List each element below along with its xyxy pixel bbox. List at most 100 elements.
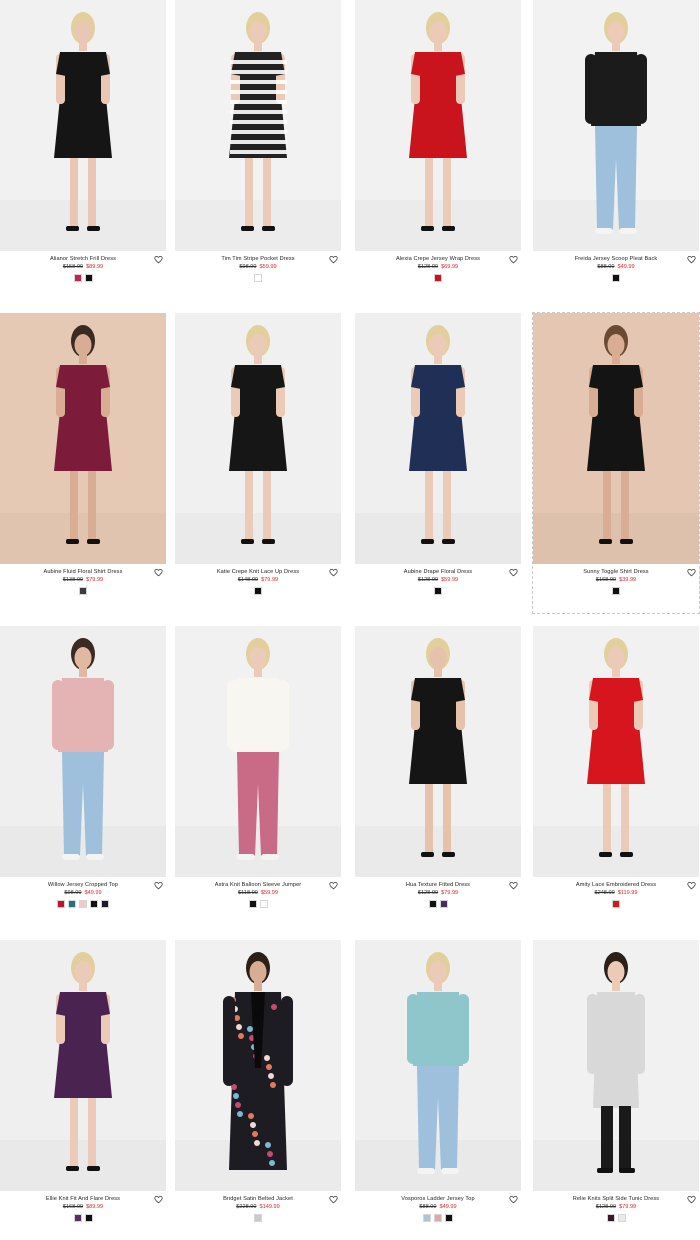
- color-swatch[interactable]: [445, 1214, 453, 1222]
- color-swatch[interactable]: [254, 587, 262, 595]
- heart-icon[interactable]: [687, 1195, 696, 1204]
- color-swatch[interactable]: [434, 274, 442, 282]
- product-image[interactable]: [355, 626, 521, 877]
- product-card[interactable]: Alexia Crepe Jersey Wrap Dress $128.00 $69…: [355, 0, 521, 300]
- color-swatch[interactable]: [90, 900, 98, 908]
- heart-icon[interactable]: [154, 568, 163, 577]
- color-swatch[interactable]: [68, 900, 76, 908]
- product-card[interactable]: Amity Lace Embroidered Dress $248.00 $119.…: [533, 626, 699, 926]
- heart-icon[interactable]: [329, 255, 338, 264]
- product-image[interactable]: [533, 940, 699, 1191]
- product-name[interactable]: Amity Lace Embroidered Dress: [533, 882, 699, 888]
- original-price: $98.00: [64, 890, 82, 896]
- product-name[interactable]: Astra Knit Balloon Sleeve Jumper: [175, 882, 341, 888]
- color-swatch[interactable]: [612, 587, 620, 595]
- product-card[interactable]: Sunny Toggle Shirt Dress $168.00 $39.99: [532, 312, 700, 614]
- product-card[interactable]: Astra Knit Balloon Sleeve Jumper $118.00 $…: [175, 626, 341, 926]
- color-swatch[interactable]: [84, 274, 93, 282]
- product-name[interactable]: Ellie Knit Fit And Flare Dress: [0, 1196, 166, 1202]
- color-swatch[interactable]: [84, 1214, 93, 1222]
- color-swatch[interactable]: [423, 1214, 431, 1222]
- heart-icon[interactable]: [154, 881, 163, 890]
- sale-price: $59.99: [260, 890, 278, 896]
- product-card[interactable]: Tim Tim Stripe Pocket Dress $98.00 $59.99: [175, 0, 341, 300]
- product-image[interactable]: [355, 0, 521, 251]
- product-name[interactable]: Tim Tim Stripe Pocket Dress: [175, 256, 341, 262]
- product-prices: $128.00 $79.99: [355, 890, 521, 896]
- product-name[interactable]: Aubine Drape Floral Dress: [355, 569, 521, 575]
- product-card[interactable]: Hua Texture Fitted Dress $128.00 $79.99: [355, 626, 521, 926]
- product-image[interactable]: [355, 940, 521, 1191]
- heart-icon[interactable]: [509, 568, 518, 577]
- color-swatch[interactable]: [101, 900, 109, 908]
- heart-icon[interactable]: [154, 255, 163, 264]
- color-swatch[interactable]: [79, 900, 87, 908]
- product-card[interactable]: Aubine Fluid Floral Shirt Dress $138.00 $7…: [0, 313, 166, 613]
- product-image[interactable]: [0, 0, 166, 251]
- heart-icon[interactable]: [509, 255, 518, 264]
- heart-icon[interactable]: [687, 255, 696, 264]
- product-name[interactable]: Bridget Satin Belted Jacket: [175, 1196, 341, 1202]
- color-swatches: [175, 274, 341, 282]
- heart-icon[interactable]: [509, 1195, 518, 1204]
- heart-icon[interactable]: [329, 881, 338, 890]
- original-price: $88.00: [597, 264, 615, 270]
- heart-icon[interactable]: [687, 881, 696, 890]
- color-swatch[interactable]: [254, 274, 262, 282]
- color-swatch[interactable]: [617, 1214, 626, 1222]
- product-image[interactable]: [533, 626, 699, 877]
- product-card[interactable]: Relie Knits Split Side Tunic Dress $128.0…: [533, 940, 699, 1240]
- color-swatch[interactable]: [259, 900, 268, 908]
- color-swatches: [0, 274, 166, 282]
- product-image[interactable]: [0, 940, 166, 1191]
- color-swatch[interactable]: [439, 900, 448, 908]
- product-name[interactable]: Sunny Toggle Shirt Dress: [533, 569, 699, 575]
- color-swatch[interactable]: [434, 1214, 442, 1222]
- color-swatch[interactable]: [428, 900, 437, 908]
- product-card[interactable]: Willow Jersey Cropped Top $98.00 $49.99: [0, 626, 166, 926]
- product-card[interactable]: Aubine Drape Floral Dress $128.00 $59.99: [355, 313, 521, 613]
- product-image[interactable]: [175, 313, 341, 564]
- color-swatch[interactable]: [73, 1214, 82, 1222]
- product-card[interactable]: Freida Jersey Scoop Pleat Back $88.00 $49.…: [533, 0, 699, 300]
- color-swatch[interactable]: [606, 1214, 615, 1222]
- heart-icon[interactable]: [329, 568, 338, 577]
- product-name[interactable]: Hua Texture Fitted Dress: [355, 882, 521, 888]
- heart-icon[interactable]: [329, 1195, 338, 1204]
- product-card[interactable]: Bridget Satin Belted Jacket $228.00 $149.9…: [175, 940, 341, 1240]
- product-prices: $98.00 $59.99: [175, 264, 341, 270]
- color-swatch[interactable]: [73, 274, 82, 282]
- product-name[interactable]: Aubine Fluid Floral Shirt Dress: [0, 569, 166, 575]
- sale-price: $69.99: [441, 264, 459, 270]
- color-swatch[interactable]: [254, 1214, 262, 1222]
- product-image[interactable]: [533, 0, 699, 251]
- product-name[interactable]: Relie Knits Split Side Tunic Dress: [533, 1196, 699, 1202]
- color-swatch[interactable]: [434, 587, 442, 595]
- heart-icon[interactable]: [509, 881, 518, 890]
- product-card[interactable]: Katie Crepe Knit Lace Up Dress $148.00 $79…: [175, 313, 341, 613]
- product-image[interactable]: [0, 626, 166, 877]
- color-swatch[interactable]: [612, 274, 620, 282]
- color-swatch[interactable]: [79, 587, 87, 595]
- product-image[interactable]: [175, 0, 341, 251]
- product-name[interactable]: Freida Jersey Scoop Pleat Back: [533, 256, 699, 262]
- product-name[interactable]: Vosporos Ladder Jersey Top: [355, 1196, 521, 1202]
- product-card[interactable]: Alianor Stretch Frill Dress $158.00 $89.99: [0, 0, 166, 300]
- product-name[interactable]: Alexia Crepe Jersey Wrap Dress: [355, 256, 521, 262]
- product-name[interactable]: Alianor Stretch Frill Dress: [0, 256, 166, 262]
- heart-icon[interactable]: [154, 1195, 163, 1204]
- product-card[interactable]: Ellie Knit Fit And Flare Dress $168.00 $89…: [0, 940, 166, 1240]
- product-card[interactable]: Vosporos Ladder Jersey Top $88.00 $49.99: [355, 940, 521, 1240]
- product-image[interactable]: [355, 313, 521, 564]
- product-name[interactable]: Willow Jersey Cropped Top: [0, 882, 166, 888]
- product-image[interactable]: [175, 940, 341, 1191]
- heart-icon[interactable]: [687, 568, 696, 577]
- product-image[interactable]: [175, 626, 341, 877]
- color-swatch[interactable]: [248, 900, 257, 908]
- color-swatch[interactable]: [612, 900, 620, 908]
- product-name[interactable]: Katie Crepe Knit Lace Up Dress: [175, 569, 341, 575]
- color-swatch[interactable]: [57, 900, 65, 908]
- product-image[interactable]: [0, 313, 166, 564]
- product-prices: $128.00 $69.99: [355, 264, 521, 270]
- product-image[interactable]: [533, 313, 699, 564]
